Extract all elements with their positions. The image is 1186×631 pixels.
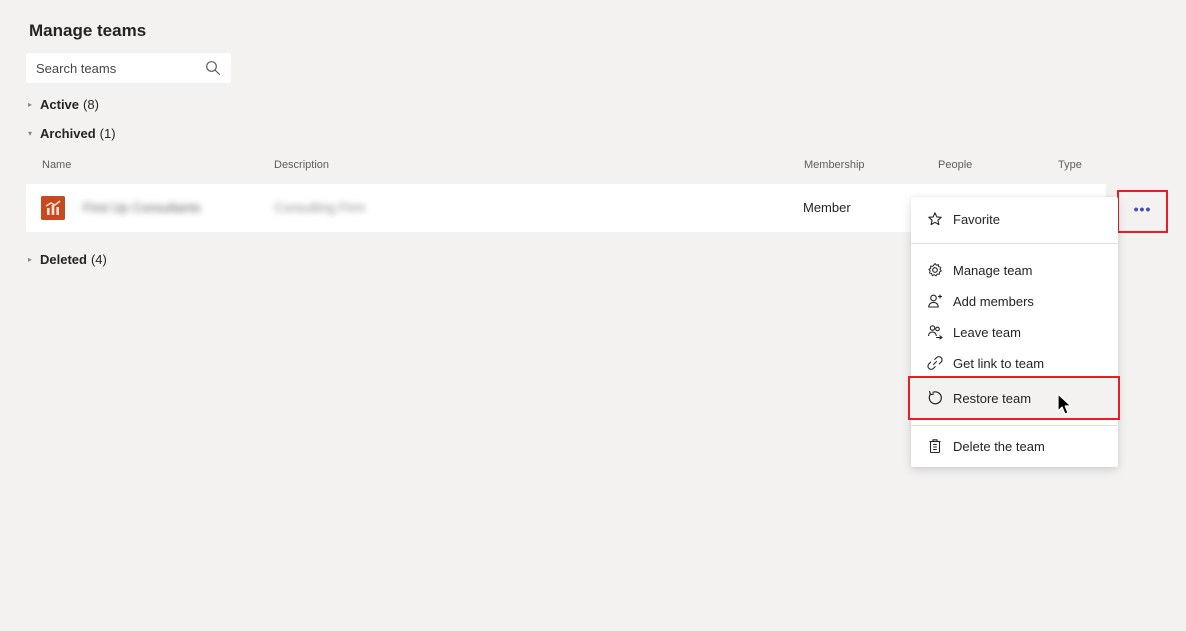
menu-item-label: Leave team	[953, 324, 1021, 340]
menu-item-label: Delete the team	[953, 438, 1045, 454]
team-logo-icon	[41, 196, 65, 220]
chevron-right-icon: ▸	[28, 255, 33, 264]
restore-icon	[927, 390, 943, 406]
search-input[interactable]	[26, 53, 206, 83]
column-header-membership[interactable]: Membership	[804, 159, 865, 171]
menu-divider	[911, 243, 1118, 244]
add-person-icon	[927, 293, 943, 309]
section-archived-count: (1)	[99, 126, 116, 141]
section-active-count: (8)	[83, 97, 99, 112]
menu-item-add-members[interactable]: Add members	[911, 286, 1118, 316]
section-active-label: Active	[40, 97, 80, 112]
menu-item-manage-team[interactable]: Manage team	[911, 255, 1118, 285]
more-options-icon: •••	[1133, 200, 1152, 217]
search-icon[interactable]	[205, 60, 221, 76]
context-menu: Favorite Manage team Add members Leave t…	[908, 197, 1120, 467]
menu-item-label: Favorite	[953, 211, 1000, 227]
menu-divider	[911, 425, 1118, 426]
more-options-button[interactable]: •••	[1117, 190, 1168, 233]
menu-item-label: Get link to team	[953, 355, 1045, 371]
link-icon	[927, 355, 943, 371]
section-archived-label: Archived	[40, 126, 96, 141]
star-icon	[927, 211, 943, 227]
trash-icon	[927, 438, 943, 454]
menu-item-leave-team[interactable]: Leave team	[911, 317, 1118, 347]
menu-item-restore-team[interactable]: Restore team	[908, 376, 1120, 420]
menu-item-delete-team[interactable]: Delete the team	[911, 431, 1118, 461]
section-active[interactable]: ▸ Active (8)	[28, 97, 99, 112]
chevron-down-icon: ▾	[28, 129, 33, 138]
column-header-type[interactable]: Type	[1058, 159, 1082, 171]
menu-item-label: Add members	[953, 293, 1034, 309]
menu-item-label: Manage team	[953, 262, 1033, 278]
menu-item-get-link[interactable]: Get link to team	[911, 348, 1118, 378]
section-deleted-label: Deleted	[40, 252, 87, 267]
team-name[interactable]: First Up Consultants	[83, 200, 201, 215]
team-description: Consulting Firm	[274, 200, 366, 215]
leave-icon	[927, 324, 943, 340]
column-header-description[interactable]: Description	[274, 159, 329, 171]
search-box[interactable]	[26, 53, 231, 83]
menu-item-label: Restore team	[953, 390, 1032, 406]
column-header-people[interactable]: People	[938, 159, 972, 171]
gear-icon	[927, 262, 943, 278]
section-deleted-count: (4)	[90, 252, 107, 267]
section-archived[interactable]: ▾ Archived (1)	[28, 126, 116, 141]
team-membership: Member	[803, 200, 851, 215]
menu-item-favorite[interactable]: Favorite	[911, 204, 1118, 234]
column-header-name[interactable]: Name	[42, 159, 71, 171]
chevron-right-icon: ▸	[28, 100, 33, 109]
section-deleted[interactable]: ▸ Deleted (4)	[28, 252, 107, 267]
page-title: Manage teams	[29, 21, 147, 40]
